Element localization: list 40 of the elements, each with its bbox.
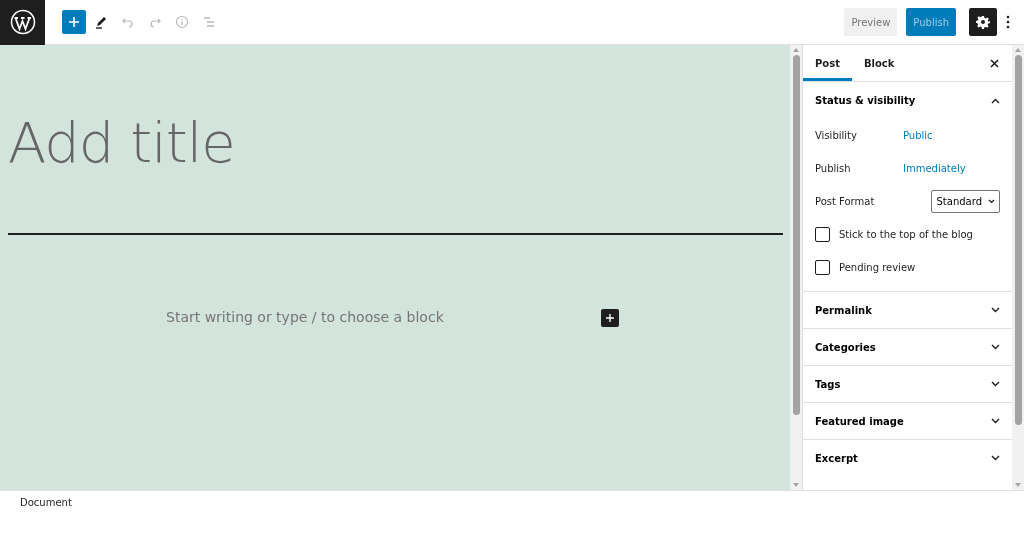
field-link[interactable]: Immediately — [903, 161, 966, 176]
plus-icon — [605, 312, 615, 323]
breadcrumb[interactable]: Document — [20, 497, 72, 508]
field-label: Post Format — [815, 195, 876, 209]
settings-button[interactable] — [969, 8, 997, 36]
scroll-down-icon[interactable] — [793, 483, 799, 487]
chevron-down-icon — [991, 307, 1000, 313]
info-icon — [175, 15, 189, 29]
chevron-up-icon — [991, 97, 1000, 104]
format-select[interactable]: Standard — [930, 190, 1000, 213]
title-field[interactable]: Add title — [0, 115, 235, 171]
chevron-down-icon — [991, 344, 1000, 350]
scrollbar-thumb[interactable] — [1014, 55, 1022, 425]
chevron-down-icon — [988, 199, 995, 204]
checkbox[interactable] — [815, 227, 830, 242]
chevron-down-icon — [991, 381, 1000, 387]
sidebar-tab[interactable]: Block — [851, 45, 907, 81]
plus-icon — [67, 15, 81, 29]
gear-icon — [976, 15, 990, 29]
panel-header[interactable]: Status & visibility — [803, 82, 1012, 119]
add-block-button[interactable] — [601, 308, 619, 327]
field-link[interactable]: Public — [903, 128, 933, 143]
scroll-up-icon[interactable] — [1015, 48, 1021, 52]
scroll-down-icon[interactable] — [1015, 483, 1021, 487]
field-label: Visibility — [815, 129, 858, 143]
scrollbar-thumb[interactable] — [792, 55, 800, 415]
sidebar-tab[interactable]: Post — [803, 45, 852, 81]
list-view-icon — [202, 15, 216, 29]
checkbox-label: Stick to the top of the blog — [839, 228, 973, 242]
more-options-icon[interactable] — [1006, 15, 1010, 29]
block-placeholder[interactable]: Start writing or type / to choose a block — [166, 307, 444, 328]
chevron-down-icon — [991, 418, 1000, 424]
checkbox[interactable] — [815, 260, 830, 275]
close-icon — [989, 58, 999, 68]
scroll-up-icon[interactable] — [793, 48, 799, 52]
chevron-down-icon — [991, 455, 1000, 461]
pencil-icon — [94, 15, 108, 29]
field-label: Publish — [815, 162, 852, 176]
logo-icon[interactable] — [0, 0, 45, 45]
checkbox-label: Pending review — [839, 261, 916, 275]
